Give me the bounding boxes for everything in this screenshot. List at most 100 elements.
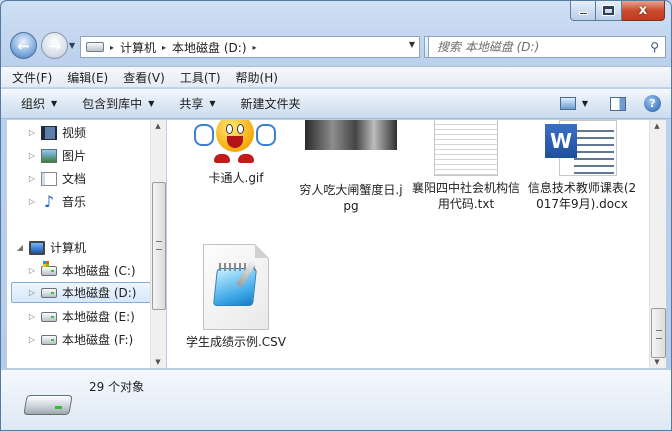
- expand-arrow-icon[interactable]: ▷: [27, 197, 37, 206]
- search-box[interactable]: ⚲: [428, 36, 666, 58]
- drive-icon: [41, 311, 57, 322]
- file-list: 卡通人.gif 穷人吃大闸蟹度日.jpg 襄阳四中社会机构信用代码.txt W …: [167, 120, 649, 368]
- breadcrumb-separator[interactable]: ▸: [110, 43, 114, 52]
- nav-item-drive-d[interactable]: ▷ 本地磁盘 (D:): [11, 282, 151, 303]
- maximize-icon: [603, 6, 614, 15]
- menu-bar: 文件(F) 编辑(E) 查看(V) 工具(T) 帮助(H): [1, 66, 671, 88]
- back-arrow-icon: ←: [17, 36, 30, 55]
- breadcrumb-drive-d[interactable]: 本地磁盘 (D:): [172, 39, 246, 56]
- menu-help[interactable]: 帮助(H): [236, 69, 278, 86]
- nav-item-label: 视频: [62, 126, 87, 140]
- expand-arrow-icon[interactable]: ▷: [27, 128, 37, 137]
- organize-button[interactable]: 组织 ▼: [21, 95, 57, 112]
- new-folder-button[interactable]: 新建文件夹: [241, 95, 301, 112]
- menu-file[interactable]: 文件(F): [12, 69, 52, 86]
- close-button[interactable]: x: [622, 1, 665, 21]
- forward-button[interactable]: →: [41, 32, 68, 59]
- scroll-up-icon[interactable]: ▲: [650, 122, 664, 130]
- gif-thumbnail: [190, 120, 282, 166]
- maximize-button[interactable]: [596, 1, 622, 21]
- nav-item-label: 本地磁盘 (C:): [62, 264, 136, 278]
- collapse-arrow-icon[interactable]: ◢: [15, 243, 25, 252]
- expand-arrow-icon[interactable]: ▷: [27, 151, 37, 160]
- nav-item-pictures[interactable]: ▷ 图片: [27, 145, 165, 166]
- chevron-down-icon: ▼: [209, 99, 216, 108]
- menu-tools[interactable]: 工具(T): [180, 69, 221, 86]
- drive-large-icon: [23, 389, 73, 417]
- new-folder-label: 新建文件夹: [240, 97, 301, 111]
- thumbs-up-glove: [194, 124, 214, 146]
- address-bar[interactable]: ▸ 计算机 ▸ 本地磁盘 (D:) ▸ ▼: [80, 36, 420, 58]
- preview-pane-icon[interactable]: [610, 96, 626, 111]
- file-item[interactable]: 穷人吃大闸蟹度日.jpg: [296, 120, 406, 214]
- file-name: 穷人吃大闸蟹度日.jpg: [299, 183, 403, 213]
- picture-library-icon: [41, 148, 57, 163]
- file-name: 信息技术教师课表(2017年9月).docx: [527, 181, 637, 211]
- command-bar: 组织 ▼ 包含到库中 ▼ 共享 ▼ 新建文件夹 ▼ ?: [1, 89, 671, 119]
- minimize-icon: [578, 12, 588, 15]
- menu-edit[interactable]: 编辑(E): [67, 69, 108, 86]
- expand-arrow-icon[interactable]: ▷: [27, 288, 37, 297]
- search-input[interactable]: [437, 40, 637, 54]
- scrollbar-thumb[interactable]: [152, 182, 166, 310]
- caption-buttons: x: [570, 1, 665, 23]
- address-history-dropdown[interactable]: ▼: [409, 40, 415, 49]
- drive-icon: [41, 334, 57, 345]
- word-document-icon: W: [545, 120, 619, 176]
- recent-pages-dropdown[interactable]: ▼: [69, 41, 75, 50]
- expand-arrow-icon[interactable]: ▷: [27, 312, 37, 321]
- menu-view[interactable]: 查看(V): [123, 69, 165, 86]
- jpg-thumbnail: [305, 120, 397, 150]
- scroll-up-icon[interactable]: ▲: [151, 122, 165, 130]
- navigation-row: ← → ▼ ▸ 计算机 ▸ 本地磁盘 (D:) ▸ ▼ ⇅ ⚲: [7, 31, 666, 61]
- notepad-file-icon: [203, 244, 269, 330]
- help-icon[interactable]: ?: [644, 95, 661, 112]
- scrollbar-thumb[interactable]: [651, 308, 666, 358]
- nav-item-label: 本地磁盘 (D:): [62, 286, 137, 300]
- view-controls: ▼ ?: [559, 95, 661, 112]
- details-pane: 29 个对象: [1, 369, 671, 430]
- nav-item-drive-f[interactable]: ▷ 本地磁盘 (F:): [27, 329, 165, 350]
- scroll-down-icon[interactable]: ▼: [151, 358, 165, 366]
- music-library-icon: ♪: [43, 191, 55, 211]
- file-item[interactable]: 襄阳四中社会机构信用代码.txt: [411, 120, 521, 212]
- scroll-down-icon[interactable]: ▼: [650, 358, 664, 366]
- file-item[interactable]: W 信息技术教师课表(2017年9月).docx: [527, 120, 637, 212]
- nav-item-drive-c[interactable]: ▷ 本地磁盘 (C:): [27, 260, 165, 281]
- drive-icon: [86, 42, 104, 52]
- share-label: 共享: [179, 97, 204, 111]
- search-icon[interactable]: ⚲: [650, 40, 659, 54]
- minimize-button[interactable]: [570, 1, 596, 21]
- nav-item-videos[interactable]: ▷ 视频: [27, 122, 165, 143]
- file-item[interactable]: 卡通人.gif: [181, 120, 291, 186]
- breadcrumb-separator[interactable]: ▸: [162, 43, 166, 52]
- expand-arrow-icon[interactable]: ▷: [27, 335, 37, 344]
- cartoon-face: [216, 120, 254, 152]
- nav-item-music[interactable]: ▷ ♪ 音乐: [27, 191, 165, 212]
- change-view-icon[interactable]: [559, 97, 576, 110]
- file-name: 襄阳四中社会机构信用代码.txt: [411, 181, 520, 211]
- back-button[interactable]: ←: [10, 32, 37, 59]
- chevron-down-icon: ▼: [148, 99, 155, 108]
- view-options-dropdown[interactable]: ▼: [582, 99, 588, 108]
- nav-item-computer[interactable]: ◢ 计算机: [15, 237, 157, 258]
- computer-icon: [29, 240, 45, 255]
- drive-icon: [41, 287, 57, 298]
- forward-arrow-icon: →: [48, 36, 61, 55]
- expand-arrow-icon[interactable]: ▷: [27, 266, 37, 275]
- organize-label: 组织: [21, 97, 46, 111]
- navigation-pane: ▷ 视频 ▷ 图片 ▷ 文档 ▷ ♪ 音乐 ◢ 计算机 ▷ 本地磁盘 (C:): [7, 120, 166, 368]
- item-count: 29 个对象: [89, 380, 145, 394]
- breadcrumb-separator[interactable]: ▸: [253, 43, 257, 52]
- breadcrumb-computer[interactable]: 计算机: [120, 39, 156, 56]
- expand-arrow-icon[interactable]: ▷: [27, 174, 37, 183]
- file-item[interactable]: 学生成绩示例.CSV: [181, 244, 291, 350]
- navigation-scrollbar[interactable]: ▲ ▼: [150, 120, 166, 368]
- nav-item-documents[interactable]: ▷ 文档: [27, 168, 165, 189]
- include-in-library-button[interactable]: 包含到库中 ▼: [82, 95, 154, 112]
- nav-item-label: 计算机: [50, 241, 87, 255]
- share-button[interactable]: 共享 ▼: [179, 95, 215, 112]
- file-list-scrollbar[interactable]: ▲ ▼: [649, 120, 666, 368]
- nav-item-drive-e[interactable]: ▷ 本地磁盘 (E:): [27, 306, 165, 327]
- nav-item-label: 本地磁盘 (F:): [62, 333, 134, 347]
